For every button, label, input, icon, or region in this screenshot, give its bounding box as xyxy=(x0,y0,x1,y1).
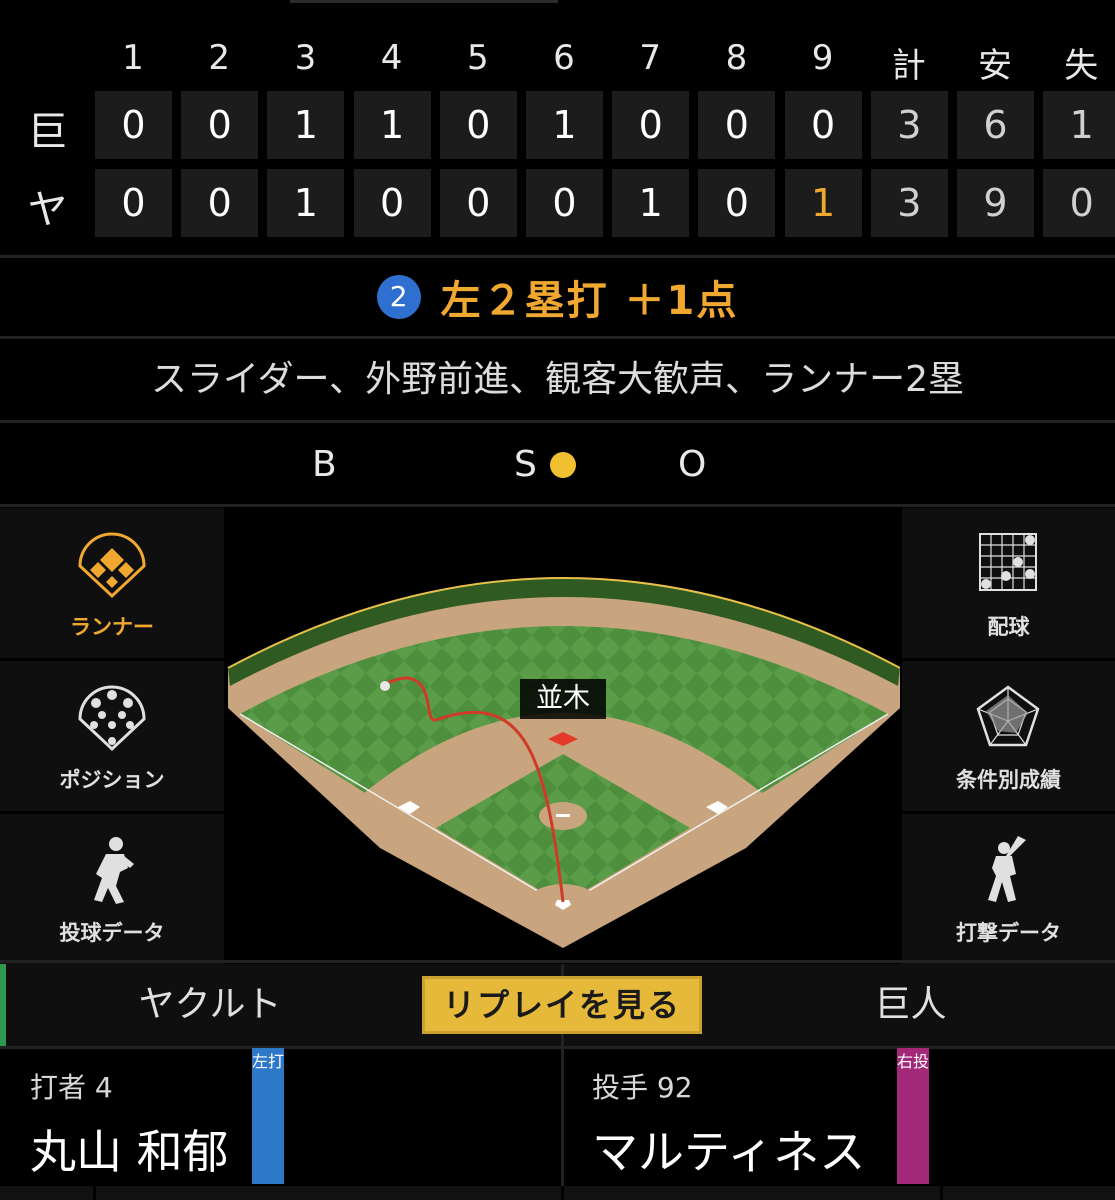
runner-diamond-icon xyxy=(78,532,146,599)
inning-score-cell: 0 xyxy=(526,169,603,237)
menu-label: 打撃データ xyxy=(956,921,1061,945)
ball-label: B xyxy=(312,444,337,485)
pitch-grid-icon xyxy=(979,533,1037,591)
team-label: ヤ xyxy=(27,187,68,233)
inning-score-cell: 0 xyxy=(439,91,517,159)
inning-header: 4 xyxy=(380,38,403,78)
strike-indicator-dot xyxy=(550,452,576,478)
batter-role: 打者 4 xyxy=(30,1071,113,1104)
bottom-divider xyxy=(940,1186,943,1200)
total-cell: 3 xyxy=(870,91,948,159)
bottom-divider xyxy=(93,1186,96,1200)
menu-label: ポジション xyxy=(59,768,165,792)
total-header: 安 xyxy=(978,46,1012,86)
bottom-strip xyxy=(0,1186,1115,1200)
inning-header: 5 xyxy=(466,38,489,78)
inning-score-cell: 1 xyxy=(267,169,345,237)
inning-score-cell: 0 xyxy=(181,91,259,159)
play-result: 2 左２塁打 ＋1点 xyxy=(0,258,1115,336)
fielder-label: 並木 xyxy=(520,679,606,719)
inning-score-cell: 0 xyxy=(698,91,776,159)
ball-landing-point xyxy=(380,681,390,691)
inning-score-cell: 1 xyxy=(526,91,603,159)
menu-conditional-stats[interactable]: 条件別成績 xyxy=(902,661,1115,811)
inning-score-cell: 1 xyxy=(353,91,431,159)
inning-header: 6 xyxy=(553,38,575,78)
divider xyxy=(0,960,1115,963)
menu-label: ランナー xyxy=(70,615,154,639)
menu-label: 配球 xyxy=(987,615,1030,639)
menu-label: 条件別成績 xyxy=(956,768,1061,792)
total-cell: 0 xyxy=(1043,169,1115,237)
count-indicator: B S O xyxy=(0,424,1115,504)
inning-header: 7 xyxy=(639,38,661,78)
radar-chart-icon xyxy=(976,685,1040,747)
divider xyxy=(0,504,1115,507)
total-header: 失 xyxy=(1064,46,1099,86)
batter-hand-badge: 左打 xyxy=(252,1048,285,1184)
pitcher-hand-badge: 右投 xyxy=(897,1048,930,1184)
inning-header: 8 xyxy=(725,38,748,78)
menu-position[interactable]: ポジション xyxy=(0,661,224,811)
strike-label: S xyxy=(514,444,537,485)
play-result-text: 左２塁打 ＋1点 xyxy=(440,278,739,324)
bottom-divider xyxy=(561,1186,564,1200)
menu-pitch-distribution[interactable]: 配球 xyxy=(902,508,1115,658)
inning-score-cell: 0 xyxy=(698,169,776,237)
inning-score-cell: 1 xyxy=(784,169,862,237)
inning-score-cell: 0 xyxy=(784,91,862,159)
inning-header: 1 xyxy=(122,38,144,78)
menu-label: 投球データ xyxy=(59,921,165,945)
play-description: スライダー、外野前進、観客大歓声、ランナー2塁 xyxy=(150,359,965,400)
total-cell: 3 xyxy=(870,169,948,237)
total-cell: 6 xyxy=(957,91,1034,159)
inning-score-cell: 0 xyxy=(181,169,259,237)
total-cell: 9 xyxy=(957,169,1034,237)
out-label: O xyxy=(678,444,707,485)
tab-yakult[interactable]: ヤクルト xyxy=(0,964,420,1046)
batter-name: 丸山 和郁 xyxy=(30,1125,229,1179)
inning-header: 3 xyxy=(294,38,317,78)
scoreboard: 123456789計安失巨001101000361ヤ001000101390 xyxy=(0,0,1115,255)
total-cell: 1 xyxy=(1043,91,1115,159)
inning-score-cell: 0 xyxy=(612,91,690,159)
inning-score-cell: 1 xyxy=(267,91,345,159)
baseball-field xyxy=(226,508,900,960)
tab-giants[interactable]: 巨人 xyxy=(706,964,1115,1046)
inning-header: 9 xyxy=(811,38,834,78)
inning-header: 2 xyxy=(208,38,230,78)
inning-score-cell: 0 xyxy=(353,169,431,237)
inning-score-cell: 0 xyxy=(439,169,517,237)
divider xyxy=(0,336,1115,339)
menu-pitching-data[interactable]: 投球データ xyxy=(0,814,224,964)
menu-batting-data[interactable]: 打撃データ xyxy=(902,814,1115,964)
team-label: 巨 xyxy=(27,109,68,155)
inning-score-cell: 0 xyxy=(95,169,172,237)
divider xyxy=(0,420,1115,423)
menu-runner[interactable]: ランナー xyxy=(0,508,224,658)
pitcher-role: 投手 92 xyxy=(592,1071,693,1104)
pitcher-panel[interactable]: 投手 92 マルティネス xyxy=(564,1048,1115,1184)
inning-score-cell: 1 xyxy=(612,169,690,237)
pitcher-name: マルティネス xyxy=(592,1125,866,1179)
play-number-badge: 2 xyxy=(376,275,421,319)
replay-button[interactable]: リプレイを見る xyxy=(422,976,702,1034)
inning-score-cell: 0 xyxy=(95,91,172,159)
total-header: 計 xyxy=(891,46,926,86)
batter-icon xyxy=(988,836,1026,902)
position-icon xyxy=(78,685,146,752)
pitcher-icon xyxy=(94,837,134,904)
